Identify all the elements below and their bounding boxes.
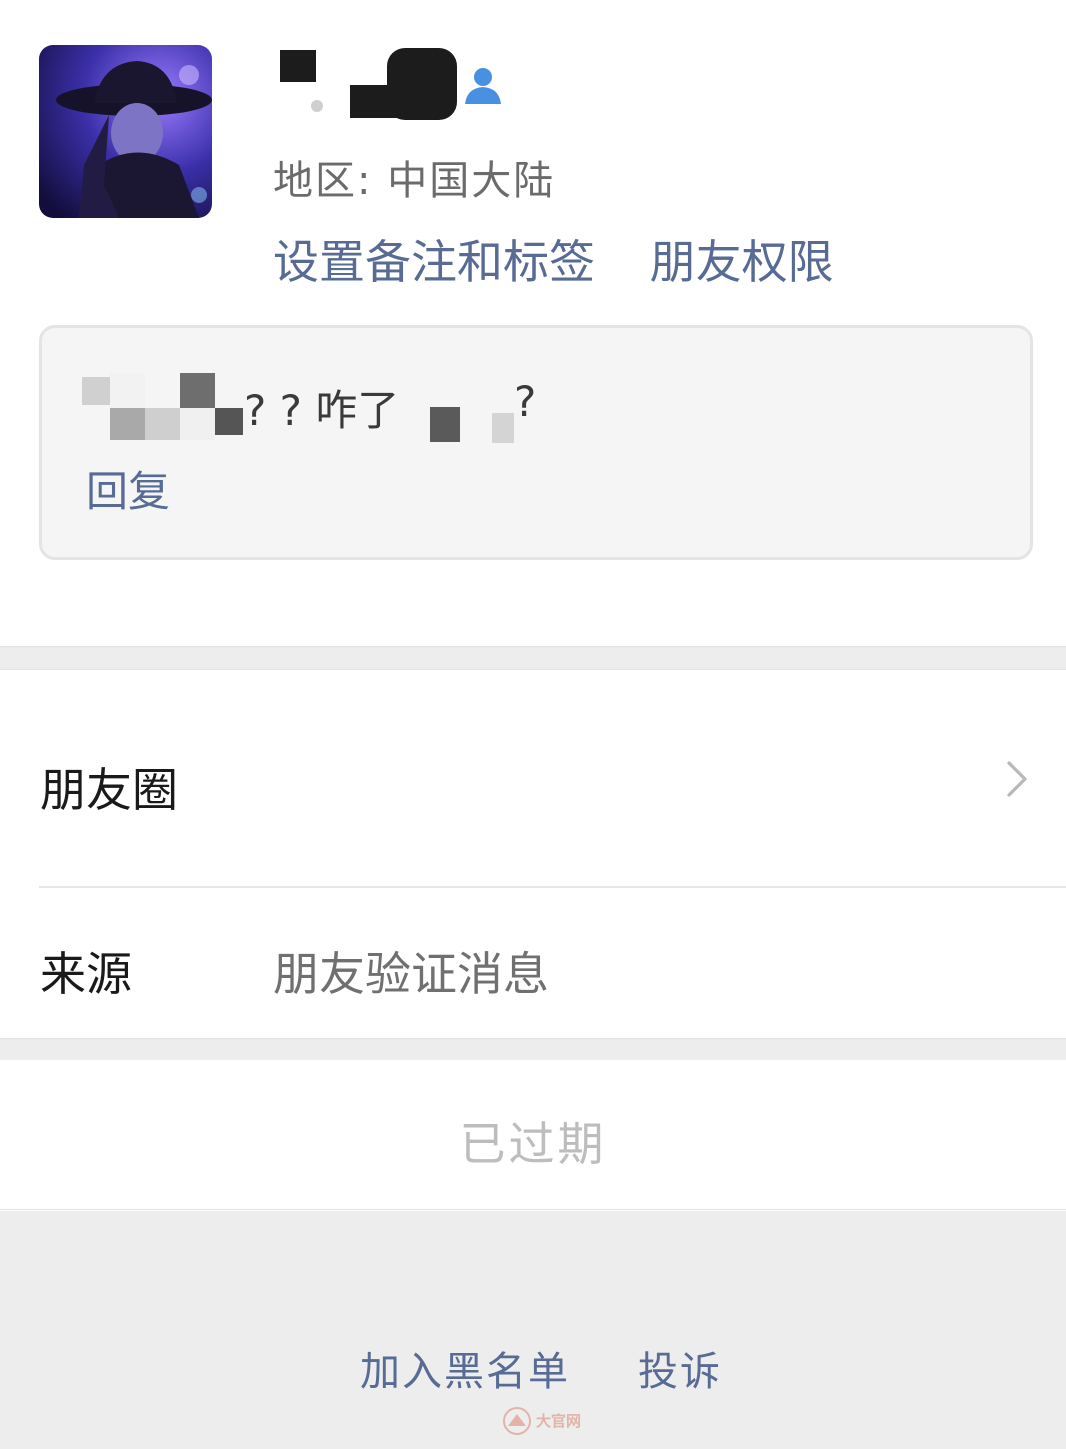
mosaic-block (215, 408, 243, 435)
male-user-icon (465, 68, 501, 104)
chevron-right-icon (1007, 761, 1027, 797)
mosaic-block (180, 408, 215, 440)
source-value: 朋友验证消息 (273, 947, 549, 1001)
avatar[interactable] (39, 45, 212, 218)
expired-status: 已过期 (459, 1117, 607, 1171)
mosaic-block (430, 407, 460, 442)
profile-links: 设置备注和标签 朋友权限 (273, 226, 834, 292)
friend-permission-link[interactable]: 朋友权限 (650, 226, 834, 292)
footer-actions: 加入黑名单 投诉 大官网 (0, 1211, 1066, 1449)
profile-header: 地区: 中国大陆 设置备注和标签 朋友权限 ? ? 咋了 ? 回复 (0, 0, 1066, 646)
mosaic-block (110, 373, 145, 408)
moments-label: 朋友圈 (40, 763, 178, 817)
mosaic-block (145, 408, 180, 440)
source-label: 来源 (40, 947, 132, 1001)
mosaic-block (492, 413, 514, 443)
message-trailing-text: ? (514, 377, 537, 426)
moments-row[interactable]: 朋友圈 (0, 670, 1066, 887)
verification-message: ? ? 咋了 ? (82, 373, 582, 443)
verification-message-box: ? ? 咋了 ? 回复 (39, 325, 1033, 560)
set-remark-link[interactable]: 设置备注和标签 (273, 226, 595, 292)
mosaic-block (82, 377, 110, 405)
section-separator (0, 1038, 1066, 1060)
add-to-blacklist-link[interactable]: 加入黑名单 (360, 1339, 570, 1397)
watermark-logo: 大官网 (502, 1406, 592, 1436)
region-info: 地区: 中国大陆 (273, 148, 555, 206)
region-value: 中国大陆 (387, 158, 556, 204)
mosaic-block (180, 373, 215, 408)
mosaic-block (110, 408, 145, 440)
reply-link[interactable]: 回复 (86, 458, 170, 519)
complain-link[interactable]: 投诉 (638, 1339, 722, 1397)
source-row: 来源 朋友验证消息 (0, 888, 1066, 1038)
section-separator (0, 646, 1066, 670)
watermark-icon (503, 1407, 531, 1435)
expired-row: 已过期 (0, 1060, 1066, 1210)
message-text: ? ? 咋了 (244, 386, 400, 435)
avatar-image (39, 45, 212, 218)
region-label: 地区: (273, 158, 373, 204)
